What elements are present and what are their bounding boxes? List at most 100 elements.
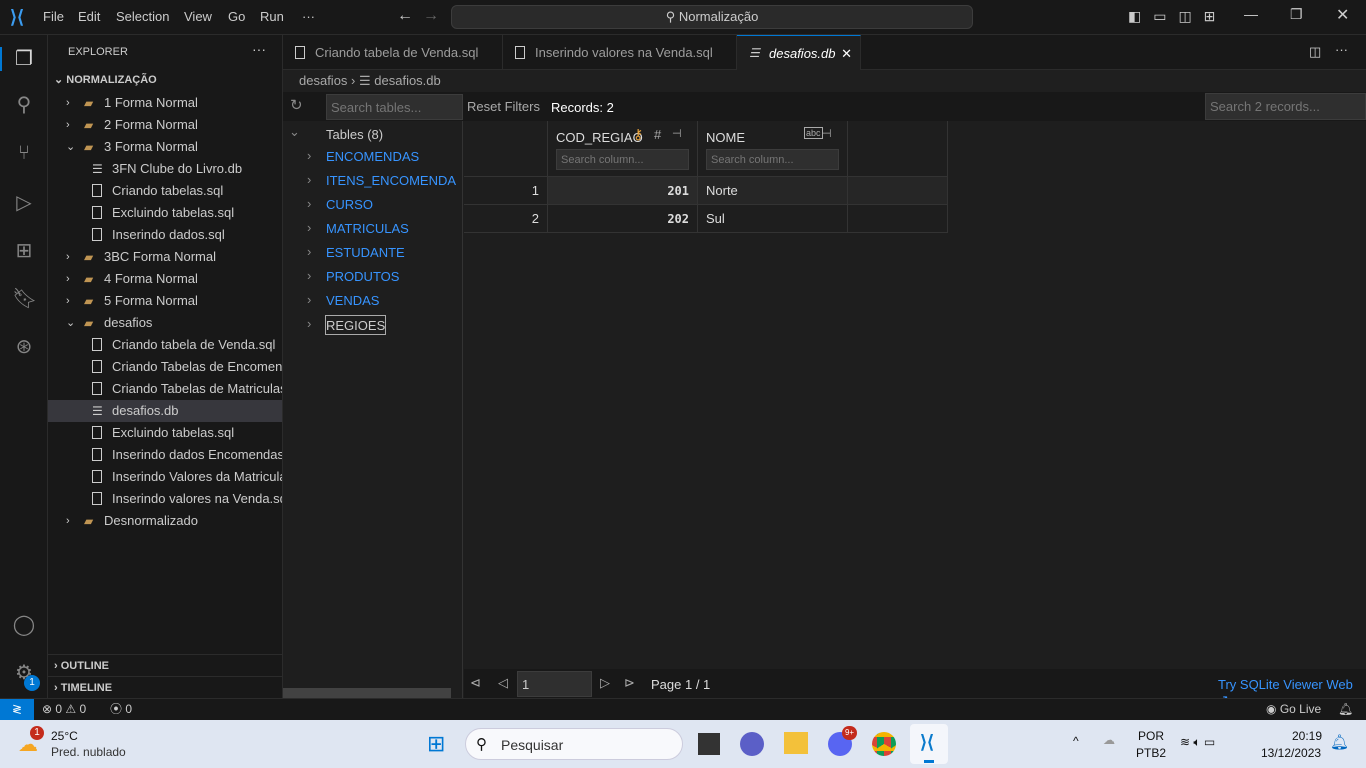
table-item[interactable]: › ITENS_ENCOMENDA — [283, 169, 463, 193]
prev-page-icon[interactable]: ◁ — [498, 675, 508, 691]
tab-desafios-db[interactable]: ☰ desafios.db ✕ — [737, 35, 861, 70]
cell-nome[interactable]: Sul — [698, 205, 848, 233]
menu-run[interactable]: Run — [260, 9, 284, 24]
vscode-taskbar-icon[interactable]: ⟩⟨ — [910, 724, 948, 764]
chrome-icon[interactable] — [872, 732, 896, 756]
language-secondary[interactable]: PTB2 — [1136, 746, 1166, 760]
pin-column-icon[interactable]: ⊣ — [672, 127, 682, 140]
tree-file[interactable]: Criando tabela de Venda.sql — [48, 334, 282, 356]
git-graph-icon[interactable]: ⊛ — [12, 335, 36, 359]
table-item[interactable]: › REGIOES — [283, 313, 463, 337]
page-input[interactable] — [517, 671, 592, 697]
tab-inserindo-valores-venda[interactable]: Inserindo valores na Venda.sql — [503, 35, 737, 70]
tree-folder[interactable]: › ▰ 4 Forma Normal — [48, 268, 282, 290]
command-center[interactable]: ⚲ Normalização — [451, 5, 973, 29]
notification-bell-icon[interactable]: 🔔︎ — [1330, 733, 1349, 751]
tree-folder[interactable]: › ▰ 2 Forma Normal — [48, 114, 282, 136]
task-view-icon[interactable] — [698, 733, 720, 755]
menu-selection[interactable]: Selection — [116, 9, 169, 24]
tab-criando-tabela-venda[interactable]: Criando tabela de Venda.sql — [283, 35, 503, 70]
weather-desc[interactable]: Pred. nublado — [51, 745, 126, 759]
menu-go[interactable]: Go — [228, 9, 245, 24]
outline-section[interactable]: › OUTLINE — [48, 654, 282, 676]
ports-indicator[interactable]: ⦿ 0 — [110, 699, 132, 720]
pin-column-icon[interactable]: ⊣ — [822, 127, 832, 140]
remote-icon[interactable]: ≷ — [0, 699, 34, 720]
weather-temp[interactable]: 25°C — [51, 729, 78, 743]
table-item[interactable]: › MATRICULAS — [283, 217, 463, 241]
problems-indicator[interactable]: ⊗ 0 ⚠ 0 — [42, 699, 86, 720]
table-item[interactable]: › CURSO — [283, 193, 463, 217]
table-item[interactable]: › VENDAS — [283, 289, 463, 313]
tree-file[interactable]: Excluindo tabelas.sql — [48, 202, 282, 224]
tree-folder[interactable]: › ▰ 3BC Forma Normal — [48, 246, 282, 268]
account-icon[interactable]: ◯ — [12, 613, 36, 637]
tree-file[interactable]: Inserindo dados Encomendas.sql — [48, 444, 282, 466]
tree-file[interactable]: Criando Tabelas de Matriculas.sql — [48, 378, 282, 400]
clock-time[interactable]: 20:19 — [1292, 729, 1322, 743]
split-editor-icon[interactable]: ◫ — [1309, 44, 1321, 60]
wifi-volume-battery-icons[interactable]: ≋ 🔈︎ ▭ — [1180, 735, 1215, 750]
explorer-icon[interactable]: ❐ — [12, 47, 36, 71]
reset-filters-button[interactable]: Reset Filters — [467, 99, 540, 114]
forward-arrow-icon[interactable]: → — [423, 7, 439, 25]
menu-view[interactable]: View — [184, 9, 212, 24]
close-button[interactable]: ✕ — [1336, 5, 1349, 25]
windows-start-icon[interactable]: ⊞ — [427, 732, 445, 756]
tree-folder[interactable]: › ▰ 1 Forma Normal — [48, 92, 282, 114]
search-icon[interactable]: ⚲ — [12, 93, 36, 117]
search-records-input[interactable] — [1205, 93, 1366, 120]
language-primary[interactable]: POR — [1138, 729, 1164, 743]
cell-cod-regiao[interactable]: 201 — [548, 177, 698, 205]
tree-folder[interactable]: › ▰ Desnormalizado — [48, 510, 282, 532]
clock-date[interactable]: 13/12/2023 — [1261, 746, 1321, 760]
back-arrow-icon[interactable]: ← — [397, 7, 413, 25]
menu-more[interactable]: ··· — [302, 9, 315, 24]
tray-overflow-icon[interactable]: ^ — [1073, 734, 1079, 748]
teams-icon[interactable] — [740, 732, 764, 756]
search-column-input[interactable] — [556, 149, 689, 170]
layout-toggle-icons[interactable]: ◧▭◫⊞ — [1128, 8, 1227, 25]
tree-folder[interactable]: ⌄ ▰ desafios — [48, 312, 282, 334]
tree-folder[interactable]: ⌄ ▰ 3 Forma Normal — [48, 136, 282, 158]
tree-file[interactable]: Inserindo Valores da Matriculas.sql — [48, 466, 282, 488]
table-item[interactable]: › ESTUDANTE — [283, 241, 463, 265]
tree-file[interactable]: Inserindo dados.sql — [48, 224, 282, 246]
taskbar-search[interactable]: ⚲ Pesquisar — [465, 728, 683, 760]
go-live-button[interactable]: ◉ Go Live — [1266, 699, 1321, 720]
source-control-icon[interactable]: ⑂ — [12, 141, 36, 165]
tree-file[interactable]: Inserindo valores na Venda.sql — [48, 488, 282, 510]
next-page-icon[interactable]: ▷ — [600, 675, 610, 691]
table-item[interactable]: › ENCOMENDAS — [283, 145, 463, 169]
onedrive-icon[interactable]: ☁ — [1103, 733, 1115, 747]
cell-cod-regiao[interactable]: 202 — [548, 205, 698, 233]
menu-file[interactable]: File — [43, 9, 64, 24]
menu-edit[interactable]: Edit — [78, 9, 100, 24]
notifications-bell-icon[interactable]: 🔔︎ — [1338, 699, 1353, 720]
restore-button[interactable]: ❐ — [1290, 6, 1303, 23]
more-actions-icon[interactable]: ··· — [1335, 42, 1348, 57]
extensions-icon[interactable]: ⊞ — [12, 239, 36, 263]
bookmark-icon[interactable]: 🔖︎ — [12, 287, 37, 311]
breadcrumb-file[interactable]: desafios.db — [374, 73, 441, 88]
chevron-down-icon[interactable]: ⌄ — [289, 124, 300, 140]
cell-nome[interactable]: Norte — [698, 177, 848, 205]
first-page-icon[interactable]: ⊲ — [470, 675, 481, 691]
table-item[interactable]: › PRODUTOS — [283, 265, 463, 289]
tree-folder[interactable]: › ▰ 5 Forma Normal — [48, 290, 282, 312]
search-tables-input[interactable] — [326, 94, 463, 120]
search-column-input[interactable] — [706, 149, 839, 170]
close-tab-icon[interactable]: ✕ — [841, 36, 852, 71]
file-explorer-icon[interactable] — [784, 732, 808, 754]
workspace-root[interactable]: ⌄ NORMALIZAÇÃO — [54, 73, 157, 86]
tree-file[interactable]: Criando tabelas.sql — [48, 180, 282, 202]
run-debug-icon[interactable]: ▷ — [12, 191, 36, 215]
tree-file[interactable]: ☰ 3FN Clube do Livro.db — [48, 158, 282, 180]
horizontal-scrollbar[interactable] — [283, 688, 451, 698]
explorer-more-button[interactable]: ··· — [252, 41, 266, 57]
minimize-button[interactable]: — — [1244, 6, 1258, 22]
last-page-icon[interactable]: ⊳ — [624, 675, 635, 691]
tree-file[interactable]: Criando Tabelas de Encomendas.sql — [48, 356, 282, 378]
refresh-icon[interactable]: ↻ — [290, 96, 303, 114]
timeline-section[interactable]: › TIMELINE — [48, 676, 282, 698]
